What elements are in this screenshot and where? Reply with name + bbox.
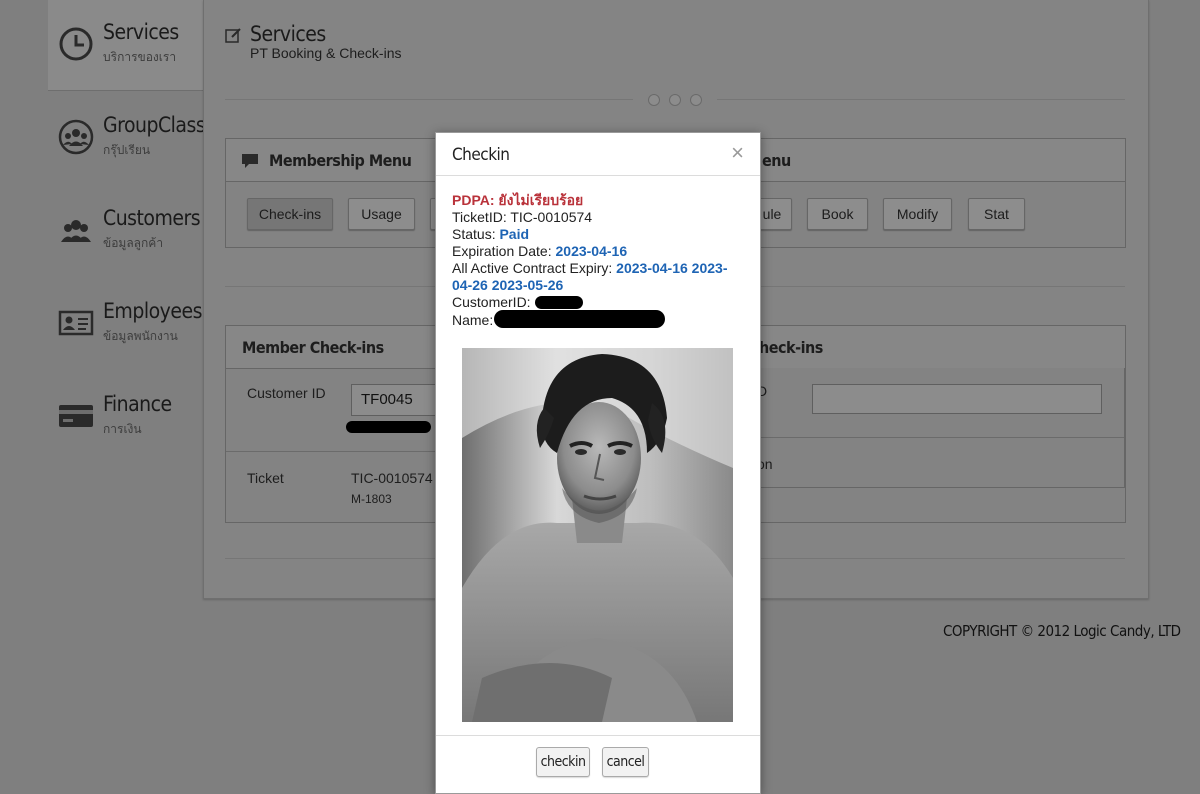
- status-value: Paid: [499, 226, 530, 242]
- modal-footer-divider: [436, 735, 760, 736]
- usage-button[interactable]: Usage: [348, 198, 415, 230]
- cancel-button[interactable]: cancel: [602, 747, 649, 777]
- contract-label: All Active Contract Expiry:: [452, 260, 617, 276]
- sidebar-item-groupclass[interactable]: GroupClass กรุ๊ปเรียน: [48, 93, 206, 183]
- status-label: Status:: [452, 226, 500, 242]
- contract-value: 2023-04-16 2023-: [616, 260, 728, 276]
- comment-icon: [242, 154, 258, 168]
- page-title: Services: [250, 22, 326, 46]
- customer-id-value: TF0045: [361, 391, 413, 408]
- copyright: COPYRIGHT © 2012 Logic Candy, LTD: [943, 622, 1181, 640]
- right-checkins-title: heck-ins: [759, 338, 823, 357]
- divider: [226, 451, 436, 452]
- modal-title: Checkin: [452, 145, 510, 165]
- status-line: Status: Paid: [452, 226, 529, 243]
- expiration-label: Expiration Date:: [452, 243, 556, 259]
- pager-dot[interactable]: [669, 94, 681, 106]
- customer-id-label: Customer ID: [247, 385, 326, 401]
- modal-header: Checkin ×: [436, 133, 760, 176]
- divider: [735, 437, 1124, 438]
- expiration-line: Expiration Date: 2023-04-16: [452, 243, 627, 260]
- ticket-id-line: TicketID: TIC-0010574: [452, 209, 593, 225]
- redacted-name: [494, 310, 665, 328]
- member-checkins-title: Member Check-ins: [242, 338, 384, 357]
- sidebar-item-services[interactable]: Services บริการของเรา: [48, 0, 204, 91]
- close-icon[interactable]: ×: [731, 142, 744, 164]
- membership-menu-title: Membership Menu: [269, 151, 412, 170]
- book-button[interactable]: Book: [807, 198, 868, 230]
- users-icon: [61, 220, 91, 242]
- ticket-label: Ticket: [247, 470, 284, 486]
- modify-button[interactable]: Modify: [883, 198, 952, 230]
- divider: [225, 99, 633, 100]
- checkin-button[interactable]: checkin: [536, 747, 590, 777]
- sidebar-item-title: Customers: [103, 206, 201, 230]
- sidebar-item-employees[interactable]: Employees ข้อมูลพนักงาน: [48, 279, 204, 369]
- pager-dot[interactable]: [648, 94, 660, 106]
- group-icon: [58, 119, 94, 155]
- name-label: Name:: [452, 312, 494, 328]
- ticket-sub: M-1803: [351, 492, 392, 506]
- stat-button[interactable]: Stat: [968, 198, 1025, 230]
- redacted-name: [346, 421, 431, 433]
- sidebar-item-title: Employees: [103, 299, 202, 323]
- checkins-button[interactable]: Check-ins: [247, 198, 333, 230]
- divider: [717, 99, 1125, 100]
- right-checkins-panel: D on: [735, 368, 1125, 488]
- right-menu-title: enu: [762, 151, 791, 170]
- sidebar-item-finance[interactable]: Finance การเงิน: [48, 372, 204, 462]
- customer-id-field[interactable]: TF0045: [351, 384, 443, 416]
- sidebar-item-title: Finance: [103, 392, 172, 416]
- right-input[interactable]: [812, 384, 1102, 414]
- sidebar-item-customers[interactable]: Customers ข้อมูลลูกค้า: [48, 186, 204, 276]
- pdpa-status: PDPA: ยังไม่เรียบร้อย: [452, 192, 584, 208]
- credit-card-icon: [59, 405, 93, 427]
- customerid-label: CustomerID:: [452, 294, 531, 310]
- sidebar-item-subtitle: ข้อมูลลูกค้า: [103, 236, 164, 250]
- checkin-modal: Checkin × PDPA: ยังไม่เรียบร้อย TicketID…: [435, 132, 761, 794]
- sidebar-item-subtitle: ข้อมูลพนักงาน: [103, 329, 178, 343]
- expiration-value: 2023-04-16: [555, 243, 628, 259]
- sidebar-item-subtitle: กรุ๊ปเรียน: [103, 143, 151, 157]
- contract-line: All Active Contract Expiry: 2023-04-16 2…: [452, 260, 727, 277]
- pager-dot[interactable]: [690, 94, 702, 106]
- contract-value-continued: 04-26 2023-05-26: [452, 277, 564, 293]
- sidebar-item-subtitle: การเงิน: [103, 422, 142, 436]
- redacted-customerid: [535, 296, 583, 309]
- ticket-value: TIC-0010574: [351, 470, 433, 486]
- clock-icon: [59, 27, 93, 61]
- customer-photo: [462, 348, 733, 722]
- sidebar-item-subtitle: บริการของเรา: [103, 50, 177, 64]
- sidebar-item-title: Services: [103, 20, 179, 44]
- page-subtitle: PT Booking & Check-ins: [250, 45, 402, 61]
- sidebar-item-title: GroupClass: [103, 113, 206, 137]
- edit-icon: [225, 28, 241, 43]
- id-card-icon: [58, 310, 94, 336]
